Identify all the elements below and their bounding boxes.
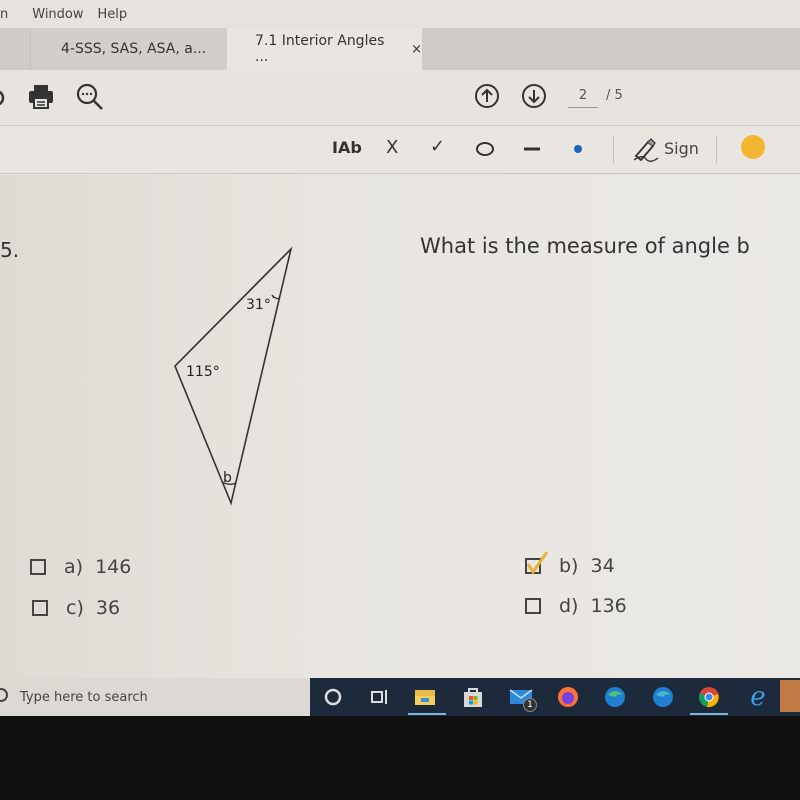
checkbox[interactable] <box>525 598 541 614</box>
chrome-icon[interactable] <box>696 684 722 710</box>
monitor-bezel <box>0 716 800 800</box>
checkbox-checked[interactable] <box>525 551 549 575</box>
cortana-icon[interactable] <box>320 684 346 710</box>
answer-value: 34 <box>590 555 615 577</box>
task-view-icon[interactable] <box>366 684 392 710</box>
edge-beta-icon[interactable] <box>650 684 676 710</box>
internet-explorer-icon[interactable]: e <box>745 682 771 712</box>
mail-badge: 1 <box>523 698 537 712</box>
file-explorer-icon[interactable] <box>412 684 438 710</box>
checkbox[interactable] <box>30 559 46 575</box>
search-icon <box>0 688 8 702</box>
active-indicator <box>690 713 728 715</box>
answer-option-a[interactable]: a) 146 <box>30 556 131 578</box>
check-icon <box>526 551 549 575</box>
firefox-icon[interactable] <box>555 684 581 710</box>
active-indicator <box>408 713 446 715</box>
taskbar-search-input[interactable]: Type here to search <box>0 678 310 716</box>
checkbox[interactable] <box>32 600 48 616</box>
answer-option-b[interactable]: b) 34 <box>525 551 615 577</box>
answer-value: 136 <box>590 595 627 617</box>
answer-value: 36 <box>95 597 121 619</box>
taskbar: Type here to search 1 e <box>0 678 800 716</box>
answer-letter: d) <box>559 595 579 617</box>
answer-option-d[interactable]: d) 136 <box>525 595 627 617</box>
mail-icon[interactable]: 1 <box>508 684 537 712</box>
angle-label-top: 31° <box>246 297 271 313</box>
answer-letter: b) <box>559 555 579 577</box>
edge-icon[interactable] <box>602 684 628 710</box>
answer-value: 146 <box>95 556 132 578</box>
teams-icon[interactable] <box>780 680 800 712</box>
answer-letter: c) <box>66 597 84 619</box>
store-icon[interactable] <box>460 684 486 710</box>
answer-letter: a) <box>64 556 84 578</box>
angle-arc-top <box>271 294 281 300</box>
answer-option-c[interactable]: c) 36 <box>32 597 120 619</box>
angle-label-left: 115° <box>186 364 220 380</box>
question-text: What is the measure of angle b <box>420 234 750 258</box>
angle-label-bottom: b <box>223 470 232 486</box>
